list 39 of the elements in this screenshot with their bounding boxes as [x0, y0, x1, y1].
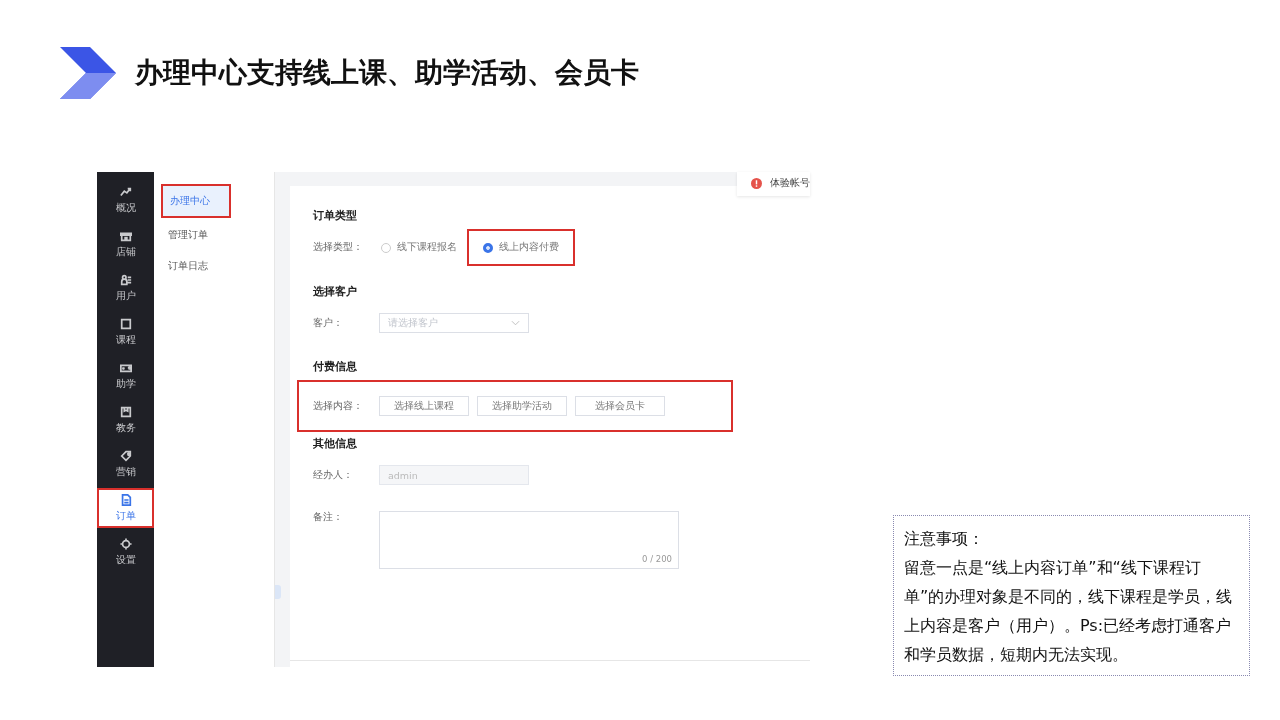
section-title: 选择客户	[313, 284, 358, 299]
radio-option[interactable]: 线下课程报名	[379, 237, 459, 258]
sidebar-item[interactable]: 店铺	[97, 224, 154, 264]
field-label: 经办人：	[313, 468, 354, 482]
sidebar-item[interactable]: 订单	[97, 488, 154, 528]
submenu-item[interactable]: 管理订单	[161, 221, 267, 249]
notice-text: 体验帐号	[770, 176, 810, 190]
sidebar-item[interactable]: 助学	[97, 356, 154, 396]
sidebar-item[interactable]: 用户	[97, 268, 154, 308]
chevron-down-icon	[511, 320, 520, 326]
note-heading: 注意事项：	[904, 528, 985, 550]
sidebar-item[interactable]: 设置	[97, 532, 154, 572]
section-title: 其他信息	[313, 436, 358, 451]
field-label: 选择内容：	[313, 399, 364, 413]
submenu-item[interactable]: 办理中心	[161, 184, 231, 218]
chevron-logo	[60, 47, 116, 99]
tag-icon	[119, 449, 132, 462]
field-label: 备注：	[313, 511, 344, 524]
sidebar-item[interactable]: 教务	[97, 400, 154, 440]
sidebar-item[interactable]: 营销	[97, 444, 154, 484]
field-label: 选择类型：	[313, 241, 364, 254]
field-label: 客户：	[313, 316, 344, 330]
document-icon	[119, 493, 132, 506]
sidebar-item[interactable]: 课程	[97, 312, 154, 352]
select-button[interactable]: 选择会员卡	[575, 396, 665, 416]
select-button[interactable]: 选择助学活动	[477, 396, 567, 416]
section-title: 付费信息	[313, 359, 358, 374]
note-text: 留意一点是“线上内容订单”和“线下课程订单”的办理对象是不同的，线下课程是学员，线上内容是客户（用户）。Ps:已经考虑打通客户和学员数据，短期内无法实现。	[904, 557, 1234, 666]
sidebar-item[interactable]: 概况	[97, 180, 154, 220]
warning-icon	[751, 177, 762, 189]
collapse-handle[interactable]	[275, 585, 281, 599]
select-button[interactable]: 选择线上课程	[379, 396, 469, 416]
chart-icon	[119, 185, 132, 198]
section-title: 订单类型	[313, 208, 358, 223]
radio-option[interactable]: 线上内容付费	[467, 229, 575, 266]
box-icon	[119, 405, 132, 418]
submenu-item[interactable]: 订单日志	[161, 252, 267, 280]
slide-title: 办理中心支持线上课、助学活动、会员卡	[135, 55, 639, 91]
users-icon	[119, 273, 132, 286]
